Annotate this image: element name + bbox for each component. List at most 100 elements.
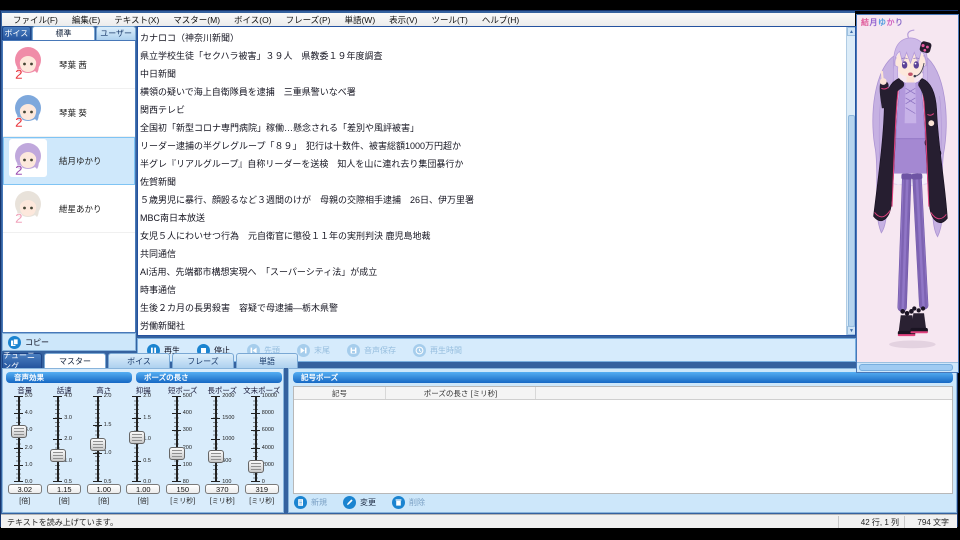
playback-label: 末尾 xyxy=(314,345,330,355)
slider-track-area[interactable]: 500 400 300 200 100 80 xyxy=(166,393,200,485)
column-symbol[interactable]: 記号 xyxy=(294,387,386,399)
slider-track-area[interactable]: 5.0 4.0 3.0 2.0 1.0 0.0 xyxy=(8,393,42,485)
character-count: 794 文字 xyxy=(917,518,949,527)
slider-unit: [倍] xyxy=(19,498,31,505)
voice-preset-row[interactable]: 2 琴葉 茜 xyxy=(3,41,135,89)
editor-line[interactable]: 県立学校生徒「セクハラ被害」３９人 県教委１９年度調査 xyxy=(140,51,383,61)
slider-track-area[interactable]: 4.0 3.0 2.0 1.0 0.5 xyxy=(47,393,81,485)
menu-item-2[interactable]: テキスト(X) xyxy=(107,14,166,26)
tick-label: 4000 xyxy=(261,444,274,451)
voice-preset-row[interactable]: 2 琴葉 葵 xyxy=(3,89,135,137)
tick-label: 2.0 xyxy=(64,436,72,442)
delete-button[interactable]: 削除 xyxy=(392,496,425,509)
editor-line[interactable]: MBC南日本放送 xyxy=(140,213,205,223)
editor-line[interactable]: 佐賀新聞 xyxy=(140,177,176,187)
delete-icon xyxy=(392,496,405,509)
slider-unit: [倍] xyxy=(98,498,110,505)
menu-item-5[interactable]: フレーズ(P) xyxy=(279,14,338,26)
new-button[interactable]: 新規 xyxy=(294,496,327,509)
tab-voice[interactable]: ボイス xyxy=(2,26,31,40)
slider-unit: [ミリ秒] xyxy=(170,498,196,505)
menu-item-9[interactable]: ヘルプ(H) xyxy=(475,14,526,26)
text-editor[interactable]: カナロコ（神奈川新聞） 県立学校生徒「セクハラ被害」３９人 県教委１９年度調査 中日… xyxy=(137,26,856,336)
copy-bar: コピー xyxy=(2,333,136,351)
editor-line[interactable]: 共同通信 xyxy=(140,249,176,259)
slider-value[interactable]: 1.15 xyxy=(47,484,82,494)
slider-value[interactable]: 150 xyxy=(165,484,200,494)
slider-value[interactable]: 319 xyxy=(244,484,279,494)
editor-line[interactable]: AI活用、先端都市構想実現へ 「スーパーシティ法」が成立 xyxy=(140,267,377,277)
voice-preset-row[interactable]: 2 紲星あかり xyxy=(3,185,135,233)
playback-button-save[interactable]: 音声保存 xyxy=(347,343,396,357)
copy-icon[interactable] xyxy=(8,335,21,349)
editor-line[interactable]: 時事通信 xyxy=(140,285,176,295)
slider-value[interactable]: 1.00 xyxy=(86,484,121,494)
playback-button-clock[interactable]: 再生時間 xyxy=(413,343,462,357)
slider-handle[interactable] xyxy=(50,448,67,462)
scroll-up-icon[interactable]: ▲ xyxy=(847,27,855,36)
status-bar: テキストを読み上げています。 42 行, 1 列 794 文字 xyxy=(1,514,957,528)
menu-item-6[interactable]: 単語(W) xyxy=(337,14,382,26)
editor-line[interactable]: 労働新聞社 xyxy=(140,321,185,331)
tuning-tab-2[interactable]: フレーズ xyxy=(172,353,234,368)
editor-line[interactable]: ５歳男児に暴行、顔殴るなど３週間のけが 母親の交際相手逮捕 26日、伊万里署 xyxy=(140,195,474,205)
slider-handle[interactable] xyxy=(89,438,106,452)
slider-0: 音量 5.0 4.0 3.0 2.0 1.0 0.0 3.02 [倍] xyxy=(5,385,45,506)
slider-track-area[interactable]: 2.0 1.5 1.0 0.5 0.0 xyxy=(126,393,160,485)
tick-label: 0.5 xyxy=(103,479,112,485)
editor-line[interactable]: カナロコ（神奈川新聞） xyxy=(140,33,239,43)
menu-bar: ファイル(F) 編集(E) テキスト(X) マスター(M) ボイス(O) フレーズ(P) 単… xyxy=(2,13,855,26)
slider-handle[interactable] xyxy=(129,431,146,444)
menu-item-8[interactable]: ツール(T) xyxy=(425,14,475,26)
slider-handle[interactable] xyxy=(247,460,264,474)
slider-value[interactable]: 3.02 xyxy=(7,484,42,494)
voice-preset-row[interactable]: 2 結月ゆかり xyxy=(3,137,135,185)
hscrollbar-thumb[interactable] xyxy=(859,364,953,371)
editor-line[interactable]: 中日新聞 xyxy=(140,69,176,79)
copy-button[interactable]: コピー xyxy=(25,337,49,348)
voice-preset-tabs: ボイス 標準 ユーザー xyxy=(2,26,136,40)
menu-item-1[interactable]: 編集(E) xyxy=(65,14,107,26)
slider-group: 音量 5.0 4.0 3.0 2.0 1.0 0.0 3.02 [倍] 話速 4.0 3.0 2.0 1.… xyxy=(5,385,282,506)
menu-item-0[interactable]: ファイル(F) xyxy=(6,14,65,26)
playback-button-skip-end[interactable]: 末尾 xyxy=(297,343,330,357)
scroll-down-icon[interactable]: ▼ xyxy=(847,326,855,335)
menu-item-3[interactable]: マスター(M) xyxy=(166,14,227,26)
slider-track-area[interactable]: 2000 1500 1000 500 100 xyxy=(205,393,239,485)
tick-label: 100 xyxy=(182,461,192,468)
column-pause-length[interactable]: ポーズの長さ [ミリ秒] xyxy=(386,387,536,399)
tab-user[interactable]: ユーザー xyxy=(96,26,136,40)
tuning-tab-0[interactable]: マスター xyxy=(44,353,106,368)
cursor-position: 42 行, 1 列 xyxy=(860,518,899,527)
editor-line[interactable]: 生後２カ月の長男殺害 容疑で母逮捕―栃木県警 xyxy=(140,303,338,313)
editor-line[interactable]: 横領の疑いで海上自衛隊員を逮捕 三重県警いなべ署 xyxy=(140,87,356,97)
slider-handle[interactable] xyxy=(10,425,27,439)
tick-label: 0.0 xyxy=(143,479,151,485)
slider-handle[interactable] xyxy=(168,447,185,461)
tuning-tab-3[interactable]: 単語 xyxy=(236,353,298,368)
symbol-pause-table[interactable]: 記号 ポーズの長さ [ミリ秒] xyxy=(293,386,953,494)
voice-preset-name: 琴葉 茜 xyxy=(59,59,87,70)
character-hscrollbar[interactable] xyxy=(857,362,958,372)
editor-line[interactable]: 全国初「新型コロナ専門病院」稼働…懸念される「差別や風評被害」 xyxy=(140,123,419,133)
editor-line[interactable]: 女児５人にわいせつ行為 元自衛官に懲役１１年の実刑判決 鹿児島地裁 xyxy=(140,231,431,241)
editor-line[interactable]: 関西テレビ xyxy=(140,105,185,115)
editor-scrollbar[interactable]: ▲ ▼ xyxy=(846,27,855,335)
slider-value[interactable]: 370 xyxy=(205,484,240,494)
slider-value[interactable]: 1.00 xyxy=(126,484,161,494)
tab-tuning[interactable]: チューニング xyxy=(2,351,42,371)
editor-line[interactable]: リーダー逮捕の半グレグループ「８９」 犯行は十数件、被害総額1000万円超か xyxy=(140,141,461,151)
menu-item-7[interactable]: 表示(V) xyxy=(382,14,424,26)
tuning-tab-1[interactable]: ボイス xyxy=(108,353,170,368)
menu-item-4[interactable]: ボイス(O) xyxy=(227,14,279,26)
voice-preset-name: 紲星あかり xyxy=(59,203,102,214)
slider-track-area[interactable]: 2.0 1.5 1.0 0.5 xyxy=(87,393,121,485)
editor-lines: カナロコ（神奈川新聞） 県立学校生徒「セクハラ被害」３９人 県教委１９年度調査 中日… xyxy=(140,28,844,334)
edit-button[interactable]: 変更 xyxy=(343,496,376,509)
slider-handle[interactable] xyxy=(208,450,225,463)
tab-standard[interactable]: 標準 xyxy=(31,26,96,40)
slider-3: 抑揚 2.0 1.5 1.0 0.5 0.0 1.00 [倍] xyxy=(124,385,164,506)
editor-line[interactable]: 半グレ『リアルグループ』自称リーダーを送検 知人を山に連れ去り集団暴行か xyxy=(140,159,463,169)
slider-track-area[interactable]: 10000 8000 6000 4000 2000 0 xyxy=(245,393,279,485)
scrollbar-thumb[interactable] xyxy=(848,115,855,327)
